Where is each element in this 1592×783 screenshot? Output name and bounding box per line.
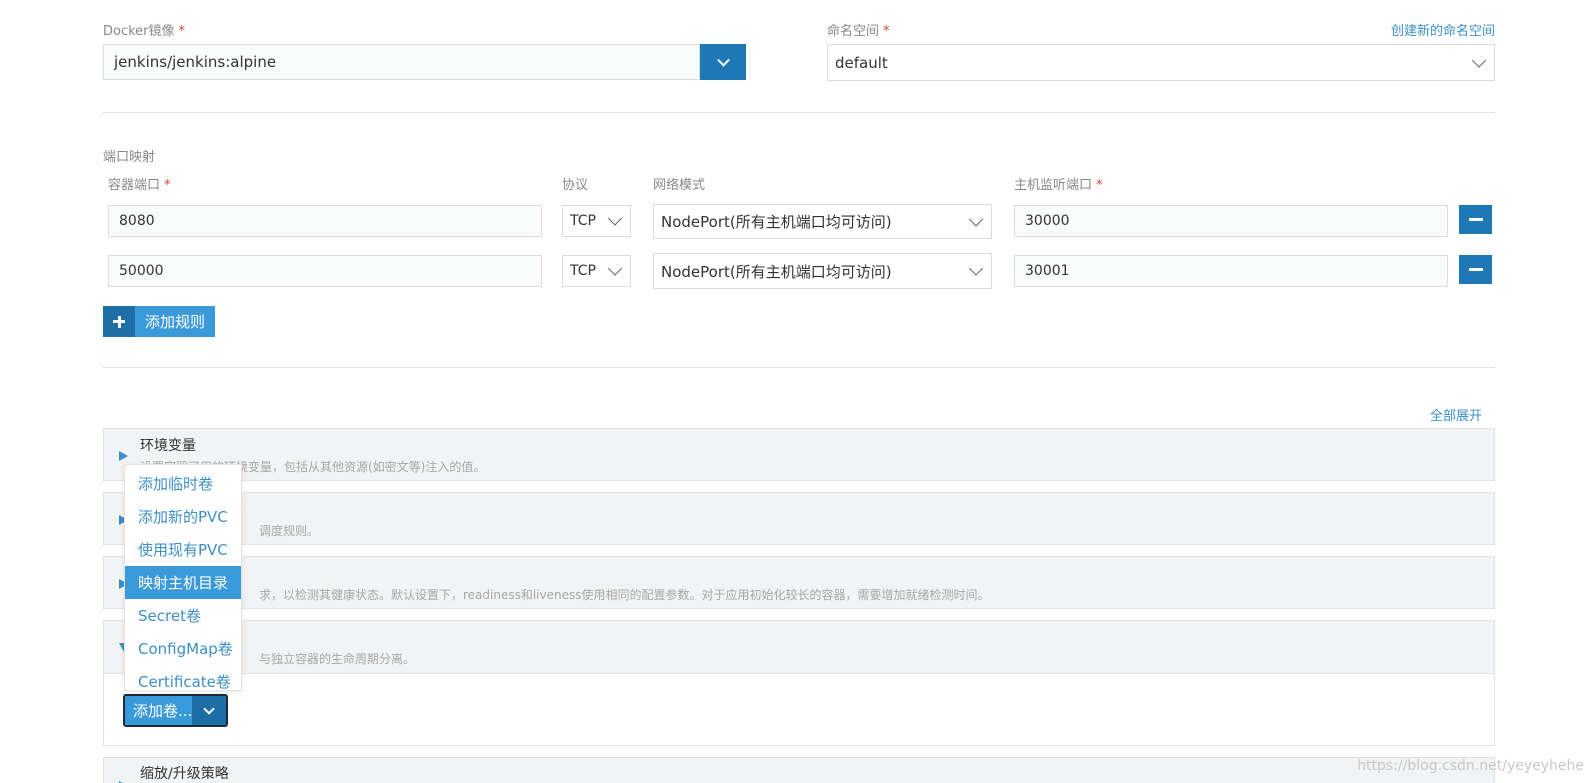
host-port-value: 30000 (1025, 213, 1070, 229)
network-mode-value: NodePort(所有主机端口均可访问) (661, 262, 892, 281)
panel-scheduling[interactable]: 调度规则。 (103, 492, 1495, 545)
minus-icon (1468, 218, 1483, 221)
add-volume-button[interactable]: 添加卷... (123, 694, 228, 727)
chevron-down-icon (607, 261, 623, 276)
host-port-input[interactable]: 30001 (1014, 255, 1448, 287)
protocol-header: 协议 (562, 178, 589, 193)
docker-image-dropdown-button[interactable] (700, 44, 746, 80)
menu-item-add-ephemeral-volume[interactable]: 添加临时卷 (125, 467, 241, 500)
add-rule-label: 添加规则 (135, 306, 216, 337)
add-volume-menu: 添加临时卷 添加新的PVC 使用现有PVC 映射主机目录 Secret卷 Con… (124, 464, 242, 691)
divider (103, 112, 1495, 113)
chevron-down-icon (203, 702, 215, 715)
panel-scaling-strategy[interactable]: 缩放/升级策略 (103, 757, 1495, 783)
container-port-header: 容器端口 * (108, 178, 171, 193)
triangle-right-icon (119, 451, 128, 461)
menu-item-map-host-directory[interactable]: 映射主机目录 (125, 566, 241, 599)
chevron-down-icon (1471, 52, 1487, 68)
container-port-value: 8080 (119, 213, 155, 229)
panel-desc: 调度规则。 (259, 524, 320, 538)
protocol-select[interactable]: TCP (562, 255, 631, 287)
volumes-panel-body (103, 674, 1495, 746)
add-volume-caret[interactable] (192, 696, 226, 725)
panel-env-vars[interactable]: 环境变量 设置容器可用的环境变量，包括从其他资源(如密文等)注入的值。 (103, 428, 1495, 481)
docker-image-value: jenkins/jenkins:alpine (114, 53, 277, 71)
container-port-input[interactable]: 8080 (108, 205, 542, 237)
network-mode-select[interactable]: NodePort(所有主机端口均可访问) (653, 204, 992, 239)
protocol-value: TCP (570, 213, 596, 229)
remove-port-button[interactable] (1459, 205, 1492, 234)
protocol-value: TCP (570, 263, 596, 279)
host-port-value: 30001 (1025, 263, 1070, 279)
add-rule-button[interactable]: 添加规则 (103, 306, 216, 337)
host-port-header: 主机监听端口 * (1014, 178, 1103, 193)
port-mapping-label: 端口映射 (103, 150, 156, 165)
chevron-down-icon (607, 211, 623, 226)
add-volume-label: 添加卷... (125, 696, 192, 725)
menu-item-use-existing-pvc[interactable]: 使用现有PVC (125, 533, 241, 566)
chevron-down-icon (716, 53, 730, 67)
network-mode-value: NodePort(所有主机端口均可访问) (661, 213, 892, 231)
expand-all-link[interactable]: 全部展开 (1430, 405, 1482, 424)
divider (103, 367, 1495, 368)
menu-item-secret-volume[interactable]: Secret卷 (125, 599, 241, 632)
docker-image-label: Docker镜像 * (103, 24, 186, 39)
namespace-select[interactable]: default (827, 44, 1495, 81)
panel-desc: 与独立容器的生命周期分离。 (259, 652, 416, 666)
menu-item-add-new-pvc[interactable]: 添加新的PVC (125, 500, 241, 533)
panel-health-check[interactable]: 求，以检测其健康状态。默认设置下，readiness和liveness使用相同的… (103, 556, 1495, 609)
chevron-down-icon (968, 211, 984, 227)
host-port-input[interactable]: 30000 (1014, 205, 1448, 237)
chevron-down-icon (968, 261, 984, 276)
panel-title: 环境变量 (140, 438, 196, 454)
container-port-value: 50000 (119, 263, 164, 279)
menu-item-configmap-volume[interactable]: ConfigMap卷 (125, 632, 241, 665)
namespace-value: default (835, 53, 888, 72)
plus-icon (103, 306, 135, 337)
panel-title: 缩放/升级策略 (140, 766, 229, 782)
remove-port-button[interactable] (1459, 255, 1492, 284)
namespace-label: 命名空间 * (827, 24, 890, 39)
network-mode-select[interactable]: NodePort(所有主机端口均可访问) (653, 253, 992, 289)
panel-desc: 求，以检测其健康状态。默认设置下，readiness和liveness使用相同的… (259, 588, 990, 602)
minus-icon (1468, 268, 1483, 271)
protocol-select[interactable]: TCP (562, 205, 631, 237)
docker-image-input[interactable]: jenkins/jenkins:alpine (103, 44, 700, 80)
container-port-input[interactable]: 50000 (108, 255, 542, 287)
network-mode-header: 网络模式 (653, 178, 706, 193)
panel-volumes[interactable]: 与独立容器的生命周期分离。 (103, 620, 1495, 674)
create-namespace-link[interactable]: 创建新的命名空间 (1391, 20, 1495, 39)
watermark: https://blog.csdn.net/yeyeyhehe (1357, 758, 1584, 774)
